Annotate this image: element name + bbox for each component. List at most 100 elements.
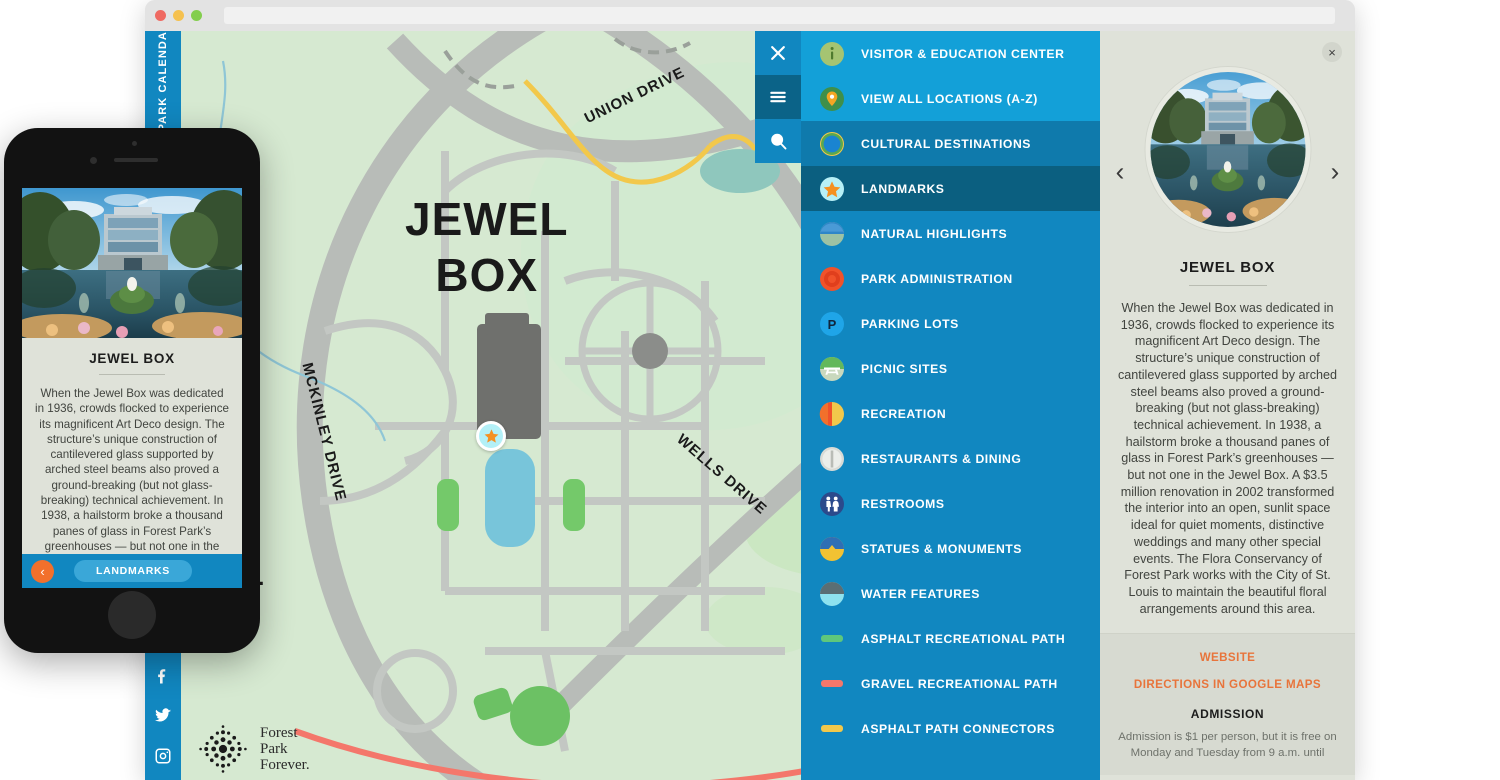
menu-item-label: PARK ADMINISTRATION xyxy=(861,271,1013,286)
menu-item-visitor-education-center[interactable]: VISITOR & EDUCATION CENTER xyxy=(801,31,1101,76)
detail-close-button[interactable]: × xyxy=(1322,42,1342,62)
svg-text:P: P xyxy=(828,317,837,332)
map-pin-icon xyxy=(820,86,844,111)
instagram-icon[interactable] xyxy=(153,746,173,766)
menu-item-label: NATURAL HIGHLIGHTS xyxy=(861,226,1008,241)
picnic-table-icon xyxy=(819,356,845,382)
menu-item-statues-monuments[interactable]: STATUES & MONUMENTS xyxy=(801,526,1101,571)
carousel-next-button[interactable]: › xyxy=(1325,157,1345,188)
window-maximize-button[interactable] xyxy=(191,10,202,21)
map-pin-icon xyxy=(819,86,845,112)
phone-screen[interactable]: JEWEL BOX When the Jewel Box was dedicat… xyxy=(22,188,242,588)
cultural-circle-icon xyxy=(819,131,845,157)
map-tool-buttons xyxy=(755,31,801,163)
search-icon xyxy=(771,133,787,150)
logo-wordmark: Forest Park Forever. xyxy=(260,725,310,773)
menu-item-label: VIEW ALL LOCATIONS (A-Z) xyxy=(861,91,1038,106)
menu-item-natural-highlights[interactable]: NATURAL HIGHLIGHTS xyxy=(801,211,1101,256)
menu-item-parking-lots[interactable]: P PARKING LOTS xyxy=(801,301,1101,346)
statue-circle-icon xyxy=(819,536,845,562)
forest-park-forever-logo: Forest Park Forever. xyxy=(195,721,310,777)
parking-icon: P xyxy=(820,311,844,336)
menu-item-picnic-sites[interactable]: PICNIC SITES xyxy=(801,346,1101,391)
phone-photo xyxy=(22,188,242,338)
menu-item-label: ASPHALT PATH CONNECTORS xyxy=(861,721,1055,736)
photo-carousel: ‹ › xyxy=(1100,67,1355,277)
jewel-box-photo xyxy=(1150,72,1305,227)
menu-item-asphalt-path-connectors[interactable]: ASPHALT PATH CONNECTORS xyxy=(801,706,1101,751)
parking-icon: P xyxy=(819,311,845,337)
menu-item-water-features[interactable]: WATER FEATURES xyxy=(801,571,1101,616)
recreation-circle-icon xyxy=(819,401,845,427)
search-button[interactable] xyxy=(755,119,801,163)
menu-item-asphalt-recreational-path[interactable]: ASPHALT RECREATIONAL PATH xyxy=(801,616,1101,661)
star-icon xyxy=(484,428,498,443)
menu-item-label: CULTURAL DESTINATIONS xyxy=(861,136,1031,151)
info-circle-icon xyxy=(820,41,844,66)
park-calendar-tab[interactable]: PARK CALENDAR xyxy=(145,31,181,132)
water-circle-icon xyxy=(820,581,844,606)
path-bar-icon xyxy=(819,671,845,697)
menu-item-cultural-destinations[interactable]: CULTURAL DESTINATIONS xyxy=(801,121,1101,166)
directions-link[interactable]: DIRECTIONS IN GOOGLE MAPS xyxy=(1100,678,1355,691)
phone-back-button[interactable]: ‹ xyxy=(31,559,54,583)
carousel-prev-button[interactable]: ‹ xyxy=(1110,157,1130,188)
menu-item-label: ASPHALT RECREATIONAL PATH xyxy=(861,631,1066,646)
natural-circle-icon xyxy=(819,221,845,247)
info-circle-icon xyxy=(819,41,845,67)
cultural-circle-icon xyxy=(820,131,844,156)
phone-speaker xyxy=(114,158,158,162)
screenshot-root: JEWEL BOX UNION DRIVE MCKINLEY DRIVE WEL… xyxy=(0,0,1500,780)
menu-item-restaurants-dining[interactable]: RESTAURANTS & DINING xyxy=(801,436,1101,481)
picnic-table-icon xyxy=(820,356,844,381)
menu-item-landmarks[interactable]: LANDMARKS xyxy=(801,166,1101,211)
close-icon xyxy=(771,46,785,60)
detail-photo[interactable] xyxy=(1145,67,1310,232)
menu-item-label: LANDMARKS xyxy=(861,181,945,196)
phone-sensor xyxy=(132,141,137,146)
phone-category-chip[interactable]: LANDMARKS xyxy=(74,560,192,582)
menu-item-label: GRAVEL RECREATIONAL PATH xyxy=(861,676,1058,691)
detail-links-section: WEBSITE DIRECTIONS IN GOOGLE MAPS ADMISS… xyxy=(1100,633,1355,776)
menu-item-label: PICNIC SITES xyxy=(861,361,948,376)
category-menu: VISITOR & EDUCATION CENTER VIEW ALL LOCAT… xyxy=(801,31,1101,780)
map-label-jewel-box: JEWEL BOX xyxy=(405,193,569,301)
path-bar-icon xyxy=(819,716,845,742)
landmark-pin[interactable] xyxy=(476,421,506,451)
menu-item-view-all-locations-a-z[interactable]: VIEW ALL LOCATIONS (A-Z) xyxy=(801,76,1101,121)
browser-chrome xyxy=(145,0,1355,31)
address-bar[interactable] xyxy=(224,7,1335,24)
menu-item-restrooms[interactable]: RESTROOMS xyxy=(801,481,1101,526)
jewel-box-photo-mobile xyxy=(22,188,242,338)
title-divider xyxy=(1188,285,1267,286)
menu-item-label: STATUES & MONUMENTS xyxy=(861,541,1022,556)
path-color-swatch xyxy=(821,725,843,732)
social-links xyxy=(145,666,181,766)
detail-description: When the Jewel Box was dedicated in 1936… xyxy=(1117,301,1338,616)
window-minimize-button[interactable] xyxy=(173,10,184,21)
path-color-swatch xyxy=(821,635,843,642)
close-map-panel-button[interactable] xyxy=(755,31,801,75)
menu-item-gravel-recreational-path[interactable]: GRAVEL RECREATIONAL PATH xyxy=(801,661,1101,706)
website-link[interactable]: WEBSITE xyxy=(1100,651,1355,664)
phone-home-button[interactable] xyxy=(108,591,156,639)
facebook-icon[interactable] xyxy=(153,666,173,686)
twitter-icon[interactable] xyxy=(153,706,173,726)
restrooms-icon xyxy=(820,491,844,516)
menu-item-park-administration[interactable]: PARK ADMINISTRATION xyxy=(801,256,1101,301)
path-color-swatch xyxy=(821,680,843,687)
menu-item-label: PARKING LOTS xyxy=(861,316,959,331)
hamburger-icon xyxy=(770,91,786,103)
browser-window: JEWEL BOX UNION DRIVE MCKINLEY DRIVE WEL… xyxy=(145,0,1355,780)
menu-item-label: WATER FEATURES xyxy=(861,586,980,601)
phone-bottom-bar: ‹ LANDMARKS xyxy=(22,554,242,588)
admission-text: Admission is $1 per person, but it is fr… xyxy=(1118,731,1337,759)
dining-circle-icon xyxy=(819,446,845,472)
phone-mockup: JEWEL BOX When the Jewel Box was dedicat… xyxy=(4,128,260,653)
menu-toggle-button[interactable] xyxy=(755,75,801,119)
recreation-circle-icon xyxy=(819,401,844,426)
restrooms-icon xyxy=(819,491,845,517)
menu-item-recreation[interactable]: RECREATION xyxy=(801,391,1101,436)
statue-circle-icon xyxy=(820,536,844,561)
window-close-button[interactable] xyxy=(155,10,166,21)
